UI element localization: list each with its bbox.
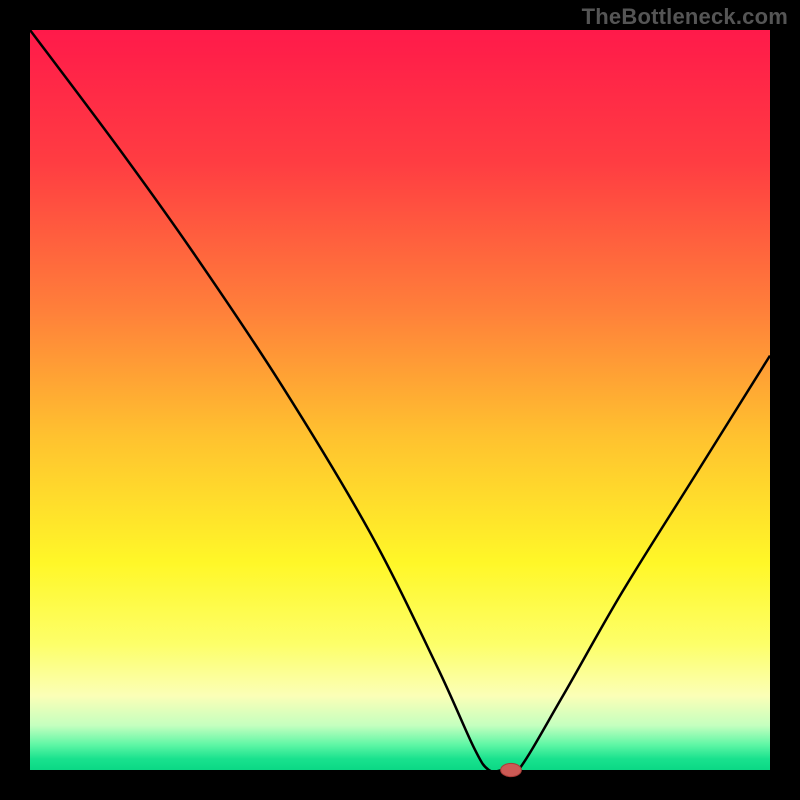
optimal-marker — [501, 763, 522, 776]
bottleneck-chart — [0, 0, 800, 800]
plot-background — [30, 30, 770, 770]
watermark-text: TheBottleneck.com — [582, 4, 788, 30]
chart-frame: TheBottleneck.com — [0, 0, 800, 800]
